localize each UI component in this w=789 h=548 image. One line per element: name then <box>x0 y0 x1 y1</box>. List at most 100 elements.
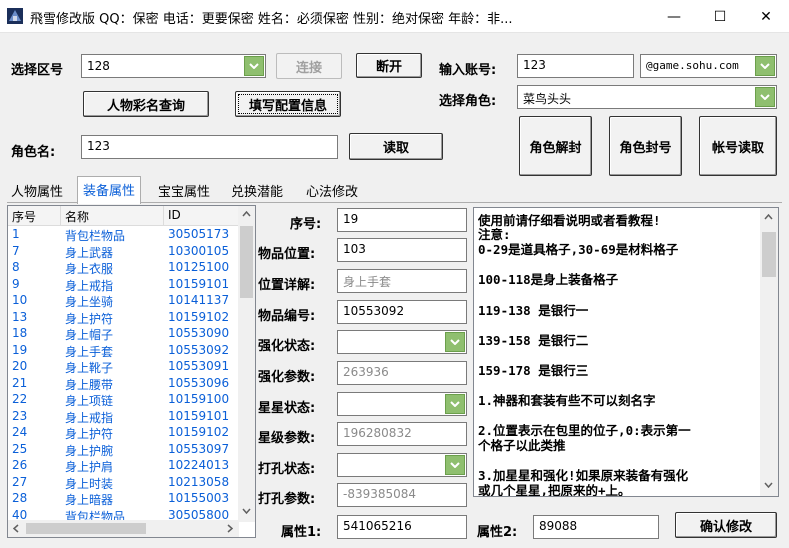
table-row[interactable]: 1 背包栏物品 30505173 <box>8 227 239 244</box>
position-detail-input[interactable]: 身上手套 <box>337 269 467 293</box>
domain-select[interactable]: @game.sohu.com <box>640 54 777 78</box>
enhance-param-label: 强化参数: <box>258 370 316 385</box>
table-row[interactable]: 24 身上护符 10159102 <box>8 425 239 442</box>
cell-seq: 25 <box>12 441 28 456</box>
table-row[interactable]: 20 身上靴子 10553091 <box>8 359 239 376</box>
minimize-button[interactable]: — <box>651 0 697 33</box>
account-read-button[interactable]: 帐号读取 <box>699 116 777 176</box>
maximize-button[interactable]: ☐ <box>697 0 743 33</box>
cell-id: 10159102 <box>168 425 230 439</box>
table-row[interactable]: 28 身上暗器 10155003 <box>8 491 239 508</box>
hole-state-select[interactable] <box>337 453 467 477</box>
cell-seq: 1 <box>12 227 20 241</box>
enhance-param-input[interactable]: 263936 <box>337 361 467 385</box>
cell-seq: 8 <box>12 260 20 274</box>
list-vertical-scrollbar[interactable] <box>238 206 255 522</box>
scroll-up-icon[interactable] <box>764 214 773 220</box>
column-header-seq[interactable]: 序号 <box>8 206 61 226</box>
fill-config-button[interactable]: 填写配置信息 <box>235 91 341 117</box>
table-row[interactable]: 9 身上戒指 10159101 <box>8 277 239 294</box>
unseal-role-button[interactable]: 角色解封 <box>519 116 592 176</box>
hole-param-input[interactable]: -839385084 <box>337 483 467 507</box>
equipment-list[interactable]: 序号 名称 ID 1 背包栏物品 30505173 7 身上武器 10300105 8 身上衣… <box>7 205 256 538</box>
table-row[interactable]: 10 身上坐骑 10141137 <box>8 293 239 310</box>
query-color-name-button[interactable]: 人物彩名查询 <box>83 91 209 117</box>
table-row[interactable]: 27 身上时装 10213058 <box>8 475 239 492</box>
cell-seq: 10 <box>12 293 28 307</box>
instructions-memo[interactable]: 使用前请仔细看说明或者看教程! 注意: 0-29是道具格子,30-69是材料格子… <box>473 207 779 497</box>
chevron-down-icon <box>445 394 465 414</box>
cell-id: 10159101 <box>168 408 230 423</box>
zone-select[interactable]: 128 <box>81 54 266 78</box>
account-input[interactable]: 123 <box>517 54 634 78</box>
cell-name: 身上坐骑 <box>65 295 114 309</box>
cell-name: 身上护符 <box>65 427 114 441</box>
note-line: 或几个星星,把原来的+上。 <box>478 483 631 497</box>
seq-input[interactable]: 19 <box>337 208 467 232</box>
cell-id: 10553090 <box>168 326 230 340</box>
cell-name: 身上护腕 <box>65 443 114 458</box>
attr1-input[interactable]: 541065216 <box>337 515 467 539</box>
cell-id: 10553092 <box>168 342 230 357</box>
connect-button[interactable]: 连接 <box>276 53 342 79</box>
list-horizontal-scrollbar[interactable] <box>8 520 239 537</box>
tab-exchange-potential[interactable]: 兑换潜能 <box>226 178 288 202</box>
zone-value: 128 <box>87 59 110 73</box>
hole-state-label: 打孔状态: <box>258 462 316 477</box>
table-row[interactable]: 23 身上戒指 10159101 <box>8 409 239 426</box>
star-param-input[interactable]: 196280832 <box>337 422 467 446</box>
column-header-id[interactable]: ID <box>164 206 239 226</box>
cell-name: 身上护肩 <box>65 460 114 474</box>
item-position-input[interactable]: 103 <box>337 238 467 262</box>
enhance-state-select[interactable] <box>337 330 467 354</box>
cell-id: 10159100 <box>168 392 230 406</box>
list-scroll-thumb[interactable] <box>240 226 253 298</box>
attr2-label: 属性2: <box>477 525 518 540</box>
cell-id: 10553091 <box>168 359 230 373</box>
star-state-select[interactable] <box>337 392 467 416</box>
role-name-input[interactable]: 123 <box>81 135 338 159</box>
scroll-up-icon[interactable] <box>242 211 251 217</box>
table-row[interactable]: 13 身上护符 10159102 <box>8 310 239 327</box>
close-button[interactable]: ✕ <box>743 0 789 33</box>
table-row[interactable]: 26 身上护肩 10224013 <box>8 458 239 475</box>
item-number-input[interactable]: 10553092 <box>337 300 467 324</box>
confirm-modify-button[interactable]: 确认修改 <box>675 512 777 538</box>
table-row[interactable]: 19 身上手套 10553092 <box>8 343 239 360</box>
scroll-right-icon[interactable] <box>227 524 233 533</box>
note-line: 1.神器和套装有些不可以刻名字 <box>478 393 656 408</box>
disconnect-button[interactable]: 断开 <box>356 53 422 78</box>
list-hscroll-thumb[interactable] <box>26 523 146 534</box>
cell-id: 10213058 <box>168 474 230 489</box>
cell-id: 10125100 <box>168 260 230 274</box>
table-row[interactable]: 22 身上项链 10159100 <box>8 392 239 409</box>
table-row[interactable]: 21 身上腰带 10553096 <box>8 376 239 393</box>
star-state-label: 星星状态: <box>258 401 316 416</box>
title-bar: 飛雪修改版 QQ：保密 电话：更要保密 姓名：必须保密 性别：绝对保密 年龄：非… <box>0 0 789 33</box>
tab-equipment-attrs[interactable]: 装备属性 <box>77 176 142 204</box>
table-row[interactable]: 8 身上衣服 10125100 <box>8 260 239 277</box>
tab-mental-skills[interactable]: 心法修改 <box>301 178 363 202</box>
position-detail-label: 位置详解: <box>258 278 316 293</box>
tab-pet-attrs[interactable]: 宝宝属性 <box>153 178 215 202</box>
role-select[interactable]: 菜鸟头头 <box>517 85 777 109</box>
table-row[interactable]: 18 身上帽子 10553090 <box>8 326 239 343</box>
memo-vertical-scrollbar[interactable] <box>760 208 778 496</box>
scroll-left-icon[interactable] <box>13 524 19 533</box>
seal-role-button[interactable]: 角色封号 <box>609 116 682 176</box>
attr2-input[interactable]: 89088 <box>533 515 659 539</box>
cell-name: 身上戒指 <box>65 278 114 293</box>
column-header-name[interactable]: 名称 <box>61 206 164 226</box>
chevron-down-icon <box>755 87 775 107</box>
scroll-down-icon[interactable] <box>242 508 251 514</box>
table-row[interactable]: 25 身上护腕 10553097 <box>8 442 239 459</box>
cell-seq: 9 <box>12 276 20 291</box>
table-row[interactable]: 7 身上武器 10300105 <box>8 244 239 261</box>
memo-scroll-thumb[interactable] <box>762 232 776 277</box>
scroll-down-icon[interactable] <box>764 482 773 488</box>
tab-character-attrs[interactable]: 人物属性 <box>6 178 68 202</box>
chevron-down-icon <box>445 455 465 475</box>
cell-seq: 7 <box>12 243 20 258</box>
read-button[interactable]: 读取 <box>349 133 443 160</box>
cell-name: 身上帽子 <box>65 328 114 342</box>
